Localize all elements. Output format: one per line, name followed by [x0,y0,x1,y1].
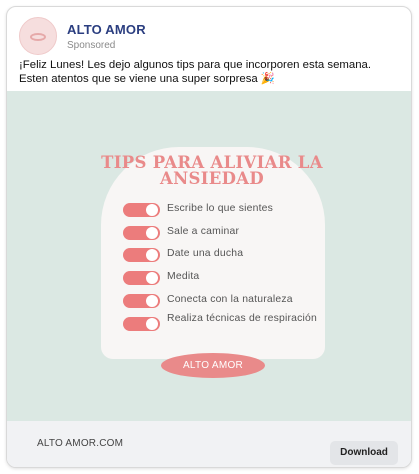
download-button[interactable]: Download [330,441,398,465]
tip-label: Sale a caminar [167,226,240,237]
page-avatar[interactable] [19,17,57,55]
tip-label: Conecta con la naturaleza [167,294,293,305]
tip-label: Medita [167,271,200,282]
sponsored-post-card: ALTO AMOR Sponsored ¡Feliz Lunes! Les de… [6,6,412,468]
logo-icon [30,33,46,41]
tip-label: Date una ducha [167,248,244,259]
tip-label: Escribe lo que sientes [167,203,274,214]
tip-item: Date una ducha [123,246,333,262]
link-footer[interactable]: ALTO AMOR.COM Download [7,421,411,467]
tip-label: Realiza técnicas de respiración [167,313,318,324]
tip-item: Sale a caminar [123,224,333,240]
toggle-icon [123,248,160,262]
post-text-line: ¡Feliz Lunes! Les dejo algunos tips para… [19,59,372,71]
tip-item: Escribe lo que sientes [123,201,333,217]
link-domain: ALTO AMOR.COM [37,438,124,449]
creative-brand-button: ALTO AMOR [161,353,265,378]
page-name-link[interactable]: ALTO AMOR [67,22,146,37]
ad-creative-image[interactable]: TIPS PARA ALIVIAR LA ANSIEDAD Escribe lo… [7,91,411,421]
toggle-icon [123,226,160,240]
tip-item: Realiza técnicas de respiración [123,313,333,331]
post-text-line: Esten atentos que se viene una super sor… [19,73,276,85]
tip-item: Conecta con la naturaleza [123,292,333,308]
tip-item: Medita [123,269,333,285]
post-text: ¡Feliz Lunes! Les dejo algunos tips para… [19,58,404,86]
toggle-icon [123,317,160,331]
toggle-icon [123,294,160,308]
sponsored-label: Sponsored [67,40,116,51]
toggle-icon [123,203,160,217]
creative-title: TIPS PARA ALIVIAR LA ANSIEDAD [101,153,323,188]
post-header: ALTO AMOR Sponsored [7,7,411,59]
toggle-icon [123,271,160,285]
